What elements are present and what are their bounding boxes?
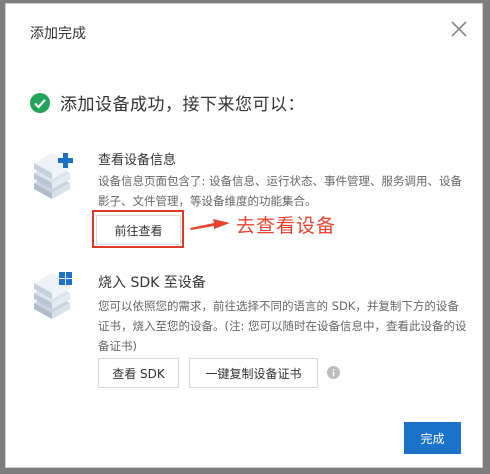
device-stack-add-icon bbox=[34, 153, 73, 199]
burn-sdk-title: 烧入 SDK 至设备 bbox=[98, 275, 206, 291]
close-icon[interactable] bbox=[450, 20, 468, 38]
add-complete-dialog: 添加完成 添加设备成功，接下来您可以： 查看设备信息 设备信息页面包含了: 设备… bbox=[5, 3, 483, 468]
annotation-text: 去查看设备 bbox=[236, 215, 337, 237]
dialog-title: 添加完成 bbox=[30, 26, 86, 42]
view-sdk-button[interactable]: 查看 SDK bbox=[98, 358, 179, 388]
success-text: 添加设备成功，接下来您可以： bbox=[60, 95, 305, 115]
success-message: 添加设备成功，接下来您可以： bbox=[30, 90, 305, 115]
burn-sdk-description: 您可以依照您的需求，前往选择不同的语言的 SDK，并复制下方的设备证书，烧入至您… bbox=[98, 299, 467, 353]
info-icon[interactable] bbox=[327, 366, 340, 379]
success-check-icon bbox=[30, 92, 50, 113]
device-stack-grid-icon bbox=[34, 272, 72, 319]
go-view-button[interactable]: 前往查看 bbox=[96, 215, 181, 245]
view-device-info-description: 设备信息页面包含了: 设备信息、运行状态、事件管理、服务调用、设备影子、文件管理… bbox=[98, 174, 463, 208]
done-button[interactable]: 完成 bbox=[404, 422, 461, 454]
copy-certificate-button[interactable]: 一键复制设备证书 bbox=[189, 358, 318, 388]
red-arrow-icon bbox=[190, 219, 230, 230]
view-device-info-title: 查看设备信息 bbox=[98, 153, 177, 168]
